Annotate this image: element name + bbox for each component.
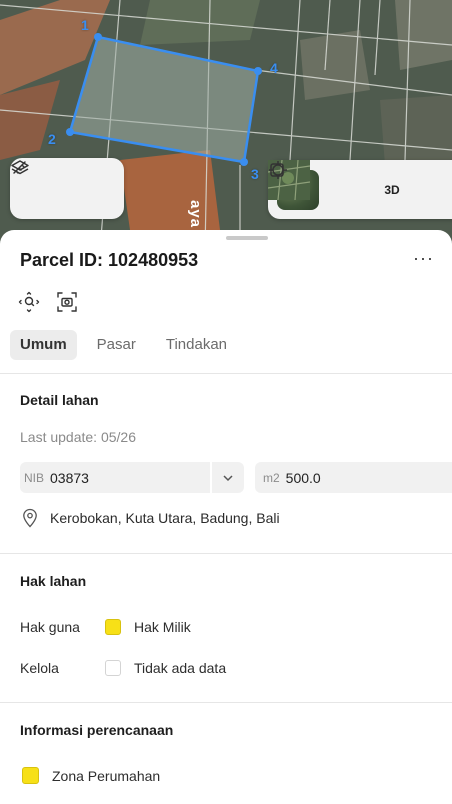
vertex-label-1: 1	[81, 17, 89, 33]
rights-label-hak-guna: Hak guna	[20, 619, 80, 635]
screenshot-icon[interactable]	[55, 290, 79, 314]
section-title-planning: Informasi perencanaan	[20, 722, 174, 738]
tab-tindakan[interactable]: Tindakan	[156, 330, 237, 360]
divider	[0, 373, 452, 374]
rights-label-kelola: Kelola	[20, 660, 59, 676]
map-tools-right: 3D	[268, 160, 452, 219]
nib-field[interactable]: NIB 03873	[20, 462, 244, 493]
map-view[interactable]: 1 2 3 4 aya 3D	[0, 0, 452, 250]
more-map-icon[interactable]	[270, 163, 451, 205]
chevron-down-icon	[223, 474, 233, 481]
divider	[0, 553, 452, 554]
parcel-detail-sheet: Parcel ID: 102480953 ··· Umum Pasar Tind…	[0, 230, 452, 804]
location-row: Kerobokan, Kuta Utara, Badung, Bali	[22, 508, 280, 528]
measure-icon[interactable]	[13, 161, 111, 204]
vertex-label-4: 4	[270, 60, 278, 76]
rights-value-kelola: Tidak ada data	[134, 660, 227, 676]
street-label: aya	[187, 200, 204, 229]
nib-value: 03873	[50, 469, 89, 486]
location-pin-icon	[23, 508, 37, 528]
last-update-text: Last update: 05/26	[20, 429, 136, 445]
area-value: 500.0	[285, 469, 321, 486]
locate-icon[interactable]	[269, 161, 363, 205]
section-title-rights: Hak lahan	[20, 573, 87, 589]
no-data-swatch	[105, 660, 121, 676]
3d-toggle[interactable]: 3D	[377, 175, 407, 205]
zoom-to-parcel-icon[interactable]	[17, 290, 41, 314]
location-text: Kerobokan, Kuta Utara, Badung, Bali	[50, 510, 280, 526]
hak-milik-swatch	[105, 619, 121, 635]
vertex-label-2: 2	[48, 131, 56, 147]
layers-icon[interactable]	[11, 160, 54, 204]
zone-swatch	[22, 767, 39, 784]
nib-dropdown-button[interactable]	[210, 462, 244, 493]
vertex-label-3: 3	[251, 166, 259, 182]
parcel-action-icons	[17, 290, 79, 314]
tab-bar: Umum Pasar Tindakan	[10, 330, 247, 360]
rights-value-hak-guna: Hak Milik	[134, 619, 191, 635]
zone-label: Zona Perumahan	[52, 768, 161, 784]
divider	[0, 702, 452, 703]
sheet-drag-handle[interactable]	[226, 236, 268, 240]
more-options-icon[interactable]: ···	[413, 248, 434, 269]
section-title-detail: Detail lahan	[20, 392, 99, 408]
tab-pasar[interactable]: Pasar	[87, 330, 146, 360]
parcel-title: Parcel ID: 102480953	[20, 250, 199, 270]
nib-prefix: NIB	[24, 470, 45, 485]
map-tools-left	[10, 158, 124, 219]
area-field[interactable]: m2 500.0	[255, 462, 452, 493]
area-prefix: m2	[263, 470, 280, 485]
tab-umum[interactable]: Umum	[10, 330, 77, 360]
